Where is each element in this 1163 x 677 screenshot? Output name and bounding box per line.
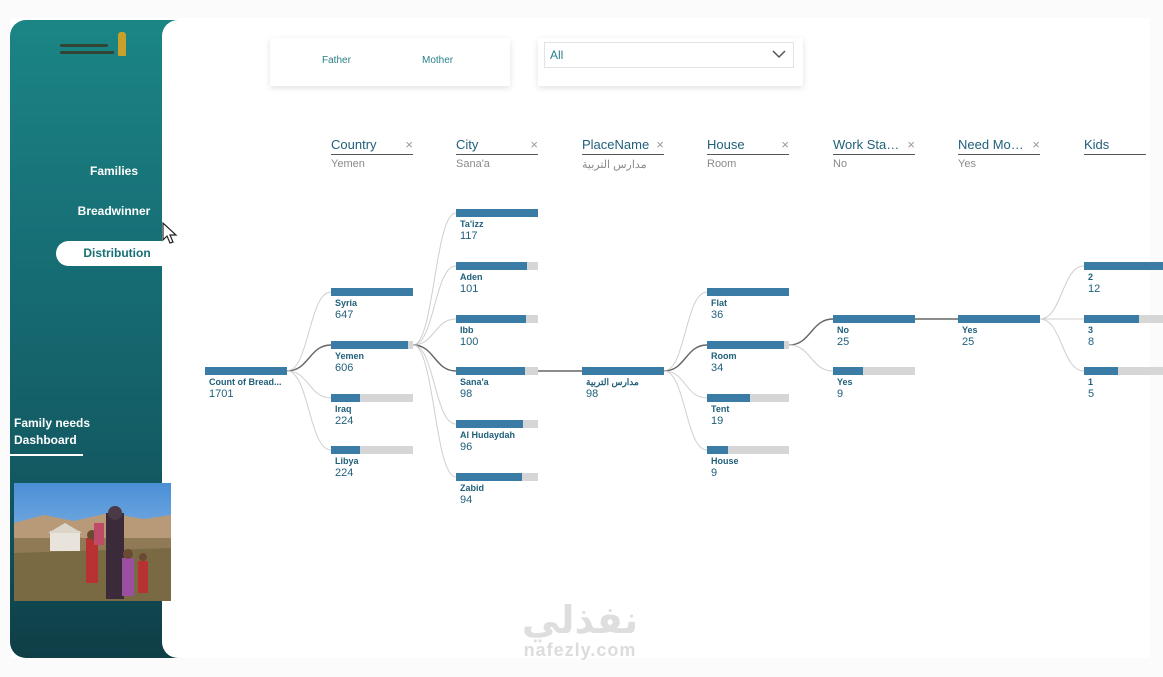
tree-link (412, 212, 457, 346)
node-value: 34 (711, 362, 724, 374)
node-label: Flat (711, 298, 728, 308)
watermark: نفذلي nafezly.com (521, 598, 639, 660)
node-label: Sana'a (460, 377, 489, 387)
tree-link (1039, 265, 1085, 320)
node-value: 5 (1088, 388, 1095, 400)
node-bar-fill (1084, 262, 1163, 270)
node-value: 101 (460, 283, 479, 295)
node-label: Iraq (335, 404, 352, 414)
node-bar-fill (456, 367, 525, 375)
node-bar-fill (331, 341, 408, 349)
node-label: House (711, 456, 739, 466)
tree-link (663, 370, 708, 399)
node-label: Yes (837, 377, 853, 387)
node-bar-fill (958, 315, 1040, 323)
node-value: 25 (962, 336, 975, 348)
node-bar-fill (582, 367, 664, 375)
node-label: No (837, 325, 849, 335)
node-bar-fill (205, 367, 287, 375)
node-label: Aden (460, 272, 483, 282)
node-label: مدارس التربية (586, 377, 639, 387)
node-bar-fill (707, 341, 784, 349)
node-value: 224 (335, 467, 354, 479)
node-bar-fill (331, 446, 360, 454)
tree-link (286, 291, 332, 372)
node-bar-fill (707, 446, 728, 454)
node-label: Al Hudaydah (460, 430, 516, 440)
node-label: Count of Bread... (209, 377, 282, 387)
tree-link (412, 344, 457, 478)
node-bar-fill (1084, 315, 1139, 323)
node-bar-fill (331, 288, 413, 296)
node-bar-fill (456, 473, 522, 481)
node-label: Room (711, 351, 737, 361)
node-bar-fill (707, 288, 789, 296)
tree-link (663, 291, 708, 372)
node-value: 1701 (209, 388, 234, 400)
node-label: Yes (962, 325, 978, 335)
node-value: 12 (1088, 283, 1101, 295)
tree-link (788, 318, 834, 346)
tree-connectors (286, 212, 1085, 478)
node-label: 3 (1088, 325, 1094, 335)
node-bar-fill (456, 262, 527, 270)
node-value: 100 (460, 336, 479, 348)
node-value: 606 (335, 362, 354, 374)
node-label: Ta'izz (460, 219, 484, 229)
node-bar-fill (456, 315, 526, 323)
node-value: 8 (1088, 336, 1095, 348)
node-bar-fill (707, 394, 750, 402)
tree-link (286, 370, 332, 399)
node-value: 25 (837, 336, 850, 348)
node-value: 98 (460, 388, 473, 400)
tree-link (663, 344, 708, 372)
node-label: 2 (1088, 272, 1094, 282)
node-label: Tent (711, 404, 730, 414)
node-label: 1 (1088, 377, 1094, 387)
node-label: Zabid (460, 483, 484, 493)
node-value: 36 (711, 309, 724, 321)
node-value: 98 (586, 388, 599, 400)
node-value: 9 (837, 388, 844, 400)
node-bar-fill (331, 394, 360, 402)
node-label: Ibb (460, 325, 474, 335)
tree-link (663, 370, 708, 451)
node-label: Libya (335, 456, 359, 466)
node-value: 647 (335, 309, 354, 321)
node-bar-fill (456, 209, 538, 217)
node-value: 96 (460, 441, 473, 453)
tree-link (286, 370, 332, 451)
tree-link (286, 344, 332, 372)
node-bar-fill (833, 315, 915, 323)
node-bar-fill (456, 420, 523, 428)
node-label: Yemen (335, 351, 365, 361)
tree-link (1039, 318, 1085, 372)
node-value: 94 (460, 494, 473, 506)
node-bar-fill (833, 367, 863, 375)
node-value: 224 (335, 415, 354, 427)
node-value: 19 (711, 415, 724, 427)
node-value: 9 (711, 467, 718, 479)
node-bar-fill (1084, 367, 1118, 375)
node-value: 117 (460, 230, 478, 242)
node-label: Syria (335, 298, 358, 308)
tree-link (788, 344, 834, 372)
